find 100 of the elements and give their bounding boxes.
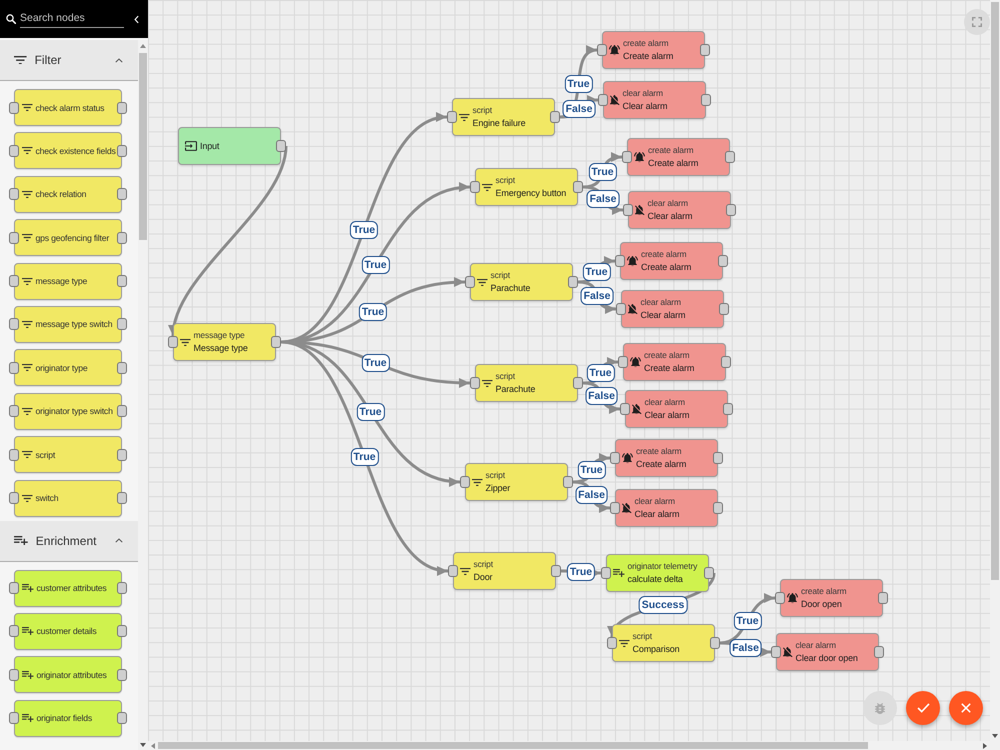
cancel-button[interactable] [949, 691, 983, 725]
port-handle[interactable] [9, 582, 19, 594]
port-handle[interactable] [470, 377, 480, 389]
collapse-button[interactable] [134, 14, 139, 24]
port-handle[interactable] [117, 582, 127, 594]
expand-toggle[interactable] [115, 538, 123, 544]
scroll-down-icon[interactable] [992, 734, 998, 738]
library-node[interactable]: check existence fields [14, 132, 122, 170]
port-handle[interactable] [771, 646, 781, 658]
library-node[interactable]: originator attributes [14, 656, 122, 694]
port-handle[interactable] [610, 452, 620, 464]
port-handle[interactable] [601, 567, 611, 579]
port-handle[interactable] [117, 712, 127, 724]
port-handle[interactable] [447, 111, 457, 123]
library-node[interactable]: message type switch [14, 306, 122, 343]
library-node[interactable]: message type [14, 262, 122, 300]
library-node[interactable]: originator type switch [14, 392, 122, 430]
port-handle[interactable] [117, 318, 127, 330]
scrollbar-thumb[interactable] [139, 53, 147, 240]
port-handle[interactable] [725, 151, 735, 163]
port-handle[interactable] [9, 232, 19, 244]
fullscreen-button[interactable] [964, 9, 990, 35]
port-handle[interactable] [9, 362, 19, 374]
library-node[interactable]: gps geofencing filter [14, 219, 122, 256]
port-handle[interactable] [117, 232, 127, 244]
port-handle[interactable] [9, 492, 19, 504]
port-handle[interactable] [618, 356, 628, 368]
port-handle[interactable] [775, 592, 785, 604]
scroll-right-icon[interactable] [983, 742, 987, 748]
port-handle[interactable] [622, 151, 632, 163]
port-handle[interactable] [713, 502, 723, 514]
section-header[interactable]: Enrichment [0, 520, 138, 562]
port-handle[interactable] [470, 181, 480, 193]
port-handle[interactable] [610, 502, 620, 514]
port-handle[interactable] [9, 275, 19, 288]
port-handle[interactable] [563, 476, 573, 488]
scroll-down-icon[interactable] [140, 743, 146, 747]
port-handle[interactable] [607, 637, 617, 649]
port-handle[interactable] [9, 405, 19, 418]
port-handle[interactable] [271, 336, 281, 348]
library-node[interactable]: check alarm status [14, 89, 122, 126]
port-handle[interactable] [719, 303, 729, 315]
port-handle[interactable] [568, 276, 578, 288]
port-handle[interactable] [713, 452, 723, 464]
library-node[interactable]: check relation [14, 176, 122, 213]
port-handle[interactable] [551, 565, 561, 577]
port-handle[interactable] [9, 318, 19, 330]
port-handle[interactable] [117, 275, 127, 288]
scroll-left-icon[interactable] [151, 742, 155, 748]
port-handle[interactable] [9, 188, 19, 200]
canvas[interactable] [148, 0, 990, 741]
port-handle[interactable] [721, 356, 731, 368]
port-handle[interactable] [550, 111, 560, 123]
port-handle[interactable] [598, 94, 608, 106]
search-field[interactable]: Search nodes [20, 12, 124, 28]
scrollbar[interactable] [148, 741, 1000, 750]
port-handle[interactable] [620, 403, 630, 415]
port-handle[interactable] [117, 144, 127, 157]
apply-button[interactable] [906, 691, 940, 725]
library-node[interactable]: customer details [14, 612, 122, 650]
port-handle[interactable] [448, 565, 458, 577]
section-header[interactable]: Filter [0, 40, 138, 81]
library-node[interactable]: customer attributes [14, 570, 122, 607]
port-handle[interactable] [726, 204, 736, 216]
port-handle[interactable] [117, 102, 127, 114]
port-handle[interactable] [9, 625, 19, 638]
port-handle[interactable] [168, 336, 178, 348]
port-handle[interactable] [117, 625, 127, 638]
library-node[interactable]: script [14, 436, 122, 474]
port-handle[interactable] [117, 668, 127, 681]
port-handle[interactable] [878, 592, 888, 604]
scroll-up-icon[interactable] [140, 44, 146, 48]
scrollbar[interactable] [138, 40, 148, 750]
port-handle[interactable] [9, 144, 19, 157]
scrollbar[interactable] [990, 0, 1000, 741]
port-handle[interactable] [615, 255, 625, 267]
library-node[interactable]: switch [14, 480, 122, 517]
port-handle[interactable] [9, 668, 19, 681]
port-handle[interactable] [9, 102, 19, 114]
port-handle[interactable] [465, 276, 475, 288]
port-handle[interactable] [701, 94, 711, 106]
port-handle[interactable] [573, 181, 583, 193]
library-node[interactable]: originator fields [14, 700, 122, 737]
port-handle[interactable] [710, 637, 720, 649]
port-handle[interactable] [117, 405, 127, 418]
port-handle[interactable] [573, 377, 583, 389]
scrollbar-thumb[interactable] [158, 742, 868, 749]
expand-toggle[interactable] [115, 58, 123, 62]
port-handle[interactable] [616, 303, 626, 315]
port-handle[interactable] [9, 448, 19, 461]
port-handle[interactable] [117, 448, 127, 461]
port-handle[interactable] [276, 140, 286, 152]
port-handle[interactable] [117, 362, 127, 374]
port-handle[interactable] [117, 188, 127, 200]
port-handle[interactable] [704, 567, 714, 579]
port-handle[interactable] [117, 492, 127, 504]
port-handle[interactable] [623, 204, 633, 216]
library-node[interactable]: originator type [14, 349, 122, 386]
port-handle[interactable] [460, 476, 470, 488]
port-handle[interactable] [718, 255, 728, 267]
